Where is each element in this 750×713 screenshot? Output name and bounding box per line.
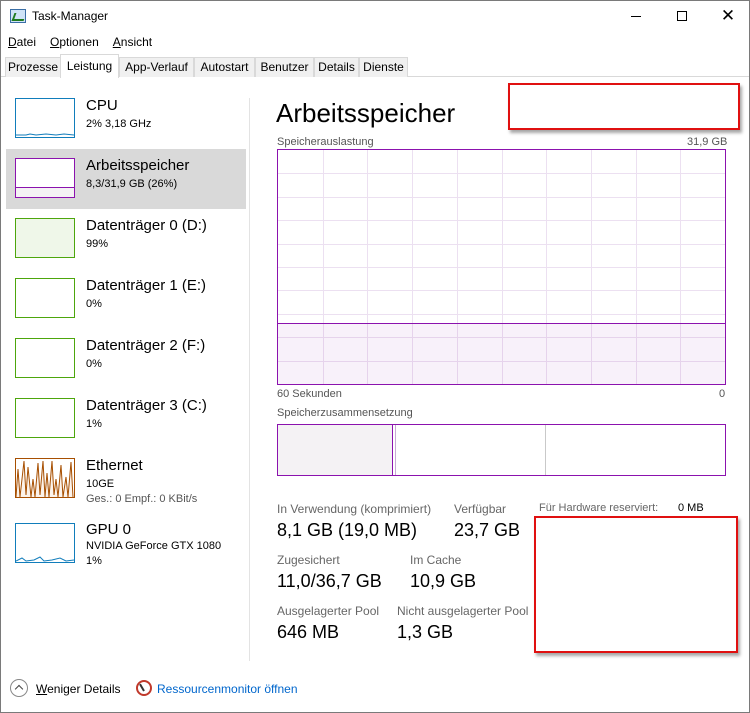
sidebar-item-label: GPU 0	[86, 521, 132, 538]
tab-details[interactable]: Details	[314, 57, 359, 77]
menu-optionen[interactable]: Optionen	[43, 33, 106, 51]
time-axis-end: 0	[719, 388, 726, 400]
close-button[interactable]: ✕	[705, 1, 750, 31]
ethernet-sparkline	[16, 460, 74, 497]
sidebar-divider	[249, 98, 250, 661]
performance-sidebar: CPU 2% 3,18 GHz Arbeitsspeicher 8,3/31,9…	[1, 78, 249, 661]
tab-prozesse[interactable]: Prozesse	[5, 57, 61, 77]
paged-pool-label: Ausgelagerter Pool	[277, 604, 380, 618]
memory-usage-area	[278, 323, 725, 384]
menu-datei[interactable]: Datei	[1, 33, 43, 51]
sidebar-item-detail: 0%	[86, 298, 102, 310]
cached-label: Im Cache	[410, 553, 462, 567]
composition-in-use	[278, 425, 393, 475]
composition-label: Speicherzusammensetzung	[277, 407, 413, 419]
task-manager-app-icon	[10, 9, 26, 23]
memory-usage-chart	[277, 149, 726, 385]
sidebar-item-gpu-0[interactable]: GPU 0 NVIDIA GeForce GTX 1080 1%	[6, 514, 246, 574]
chevron-up-icon[interactable]	[10, 679, 28, 697]
sidebar-item-cpu[interactable]: CPU 2% 3,18 GHz	[6, 89, 246, 149]
close-icon: ✕	[720, 5, 736, 26]
memory-usage-graph	[278, 150, 725, 384]
disk-graph-icon	[15, 278, 75, 318]
tab-benutzer[interactable]: Benutzer	[255, 57, 314, 77]
sidebar-item-label: Datenträger 2 (F:)	[86, 337, 206, 354]
available-label: Verfügbar	[454, 502, 507, 516]
sidebar-item-label: Arbeitsspeicher	[86, 157, 190, 174]
hw-reserved-value: 0 MB	[678, 502, 704, 514]
available-value: 23,7 GB	[454, 520, 521, 540]
memory-composition-bar	[277, 424, 726, 476]
sidebar-item-label: Datenträger 0 (D:)	[86, 217, 207, 234]
minimize-icon	[631, 16, 641, 17]
tab-leistung[interactable]: Leistung	[60, 54, 119, 78]
in-use-label: In Verwendung (komprimiert)	[277, 502, 432, 516]
time-axis-start: 60 Sekunden	[277, 388, 342, 400]
nonpaged-pool-label: Nicht ausgelagerter Pool	[397, 604, 529, 618]
sidebar-item-detail: 99%	[86, 238, 109, 250]
sidebar-item-detail: 0%	[86, 358, 102, 370]
in-use-value: 8,1 GB (19,0 MB)	[277, 520, 418, 540]
sidebar-item-disk-0[interactable]: Datenträger 0 (D:) 99%	[6, 209, 246, 269]
fewer-details-button[interactable]: Weniger Details	[36, 682, 120, 696]
sidebar-item-label: Ethernet	[86, 457, 143, 474]
sidebar-item-detail: 10GE Ges.: 0 Empf.: 0 KBit/s	[86, 478, 198, 505]
sidebar-item-label: Datenträger 1 (E:)	[86, 277, 207, 294]
committed-label: Zugesichert	[277, 553, 340, 567]
memory-level-fill	[16, 187, 74, 197]
memory-graph-icon	[15, 158, 75, 198]
cpu-sparkline	[16, 133, 74, 136]
disk-graph-icon	[15, 398, 75, 438]
sidebar-item-disk-2[interactable]: Datenträger 2 (F:) 0%	[6, 329, 246, 389]
redaction-box	[534, 516, 738, 653]
redaction-box	[508, 83, 740, 130]
tab-autostart[interactable]: Autostart	[194, 57, 255, 77]
open-resource-monitor-link[interactable]: Ressourcenmonitor öffnen	[157, 682, 298, 696]
sidebar-item-disk-1[interactable]: Datenträger 1 (E:) 0%	[6, 269, 246, 329]
paged-pool-value: 646 MB	[277, 622, 340, 642]
cpu-graph-icon	[15, 98, 75, 138]
usage-max-label: 31,9 GB	[687, 136, 728, 148]
sidebar-item-memory[interactable]: Arbeitsspeicher 8,3/31,9 GB (26%)	[6, 149, 246, 209]
menu-ansicht[interactable]: Ansicht	[106, 33, 159, 51]
gpu-sparkline	[16, 556, 74, 562]
sidebar-item-disk-3[interactable]: Datenträger 3 (C:) 1%	[6, 389, 246, 449]
page-title: Arbeitsspeicher	[276, 98, 456, 128]
sidebar-item-detail: 1%	[86, 418, 102, 430]
nonpaged-pool-value: 1,3 GB	[397, 622, 454, 642]
disk-graph-icon	[15, 338, 75, 378]
maximize-icon	[677, 11, 687, 21]
composition-modified	[395, 425, 396, 475]
tab-dienste[interactable]: Dienste	[359, 57, 408, 77]
sidebar-item-detail: 8,3/31,9 GB (26%)	[86, 178, 178, 190]
sidebar-item-label: Datenträger 3 (C:)	[86, 397, 207, 414]
menu-bar: Datei Optionen Ansicht	[1, 33, 159, 51]
sidebar-item-detail: NVIDIA GeForce GTX 1080 1%	[86, 540, 222, 567]
maximize-button[interactable]	[659, 1, 705, 31]
ethernet-graph-icon	[15, 458, 75, 498]
cached-value: 10,9 GB	[410, 571, 477, 591]
disk-graph-icon	[15, 218, 75, 258]
usage-label: Speicherauslastung	[277, 136, 374, 148]
sidebar-item-ethernet[interactable]: Ethernet 10GE Ges.: 0 Empf.: 0 KBit/s	[6, 449, 246, 509]
committed-value: 11,0/36,7 GB	[277, 571, 382, 591]
tab-bar: Prozesse Leistung App-Verlauf Autostart …	[1, 54, 749, 78]
hw-reserved-label: Für Hardware reserviert:	[539, 502, 659, 514]
task-manager-window: Task-Manager ✕ Datei Optionen Ansicht Pr…	[0, 0, 750, 713]
title-bar: Task-Manager ✕	[1, 1, 749, 31]
minimize-button[interactable]	[613, 1, 659, 31]
tab-app-verlauf[interactable]: App-Verlauf	[119, 57, 194, 77]
sidebar-item-detail: 2% 3,18 GHz	[86, 118, 152, 130]
composition-standby	[545, 425, 546, 475]
window-title: Task-Manager	[32, 9, 109, 23]
sidebar-item-label: CPU	[86, 97, 118, 114]
gpu-graph-icon	[15, 523, 75, 563]
resource-monitor-icon	[136, 680, 152, 696]
